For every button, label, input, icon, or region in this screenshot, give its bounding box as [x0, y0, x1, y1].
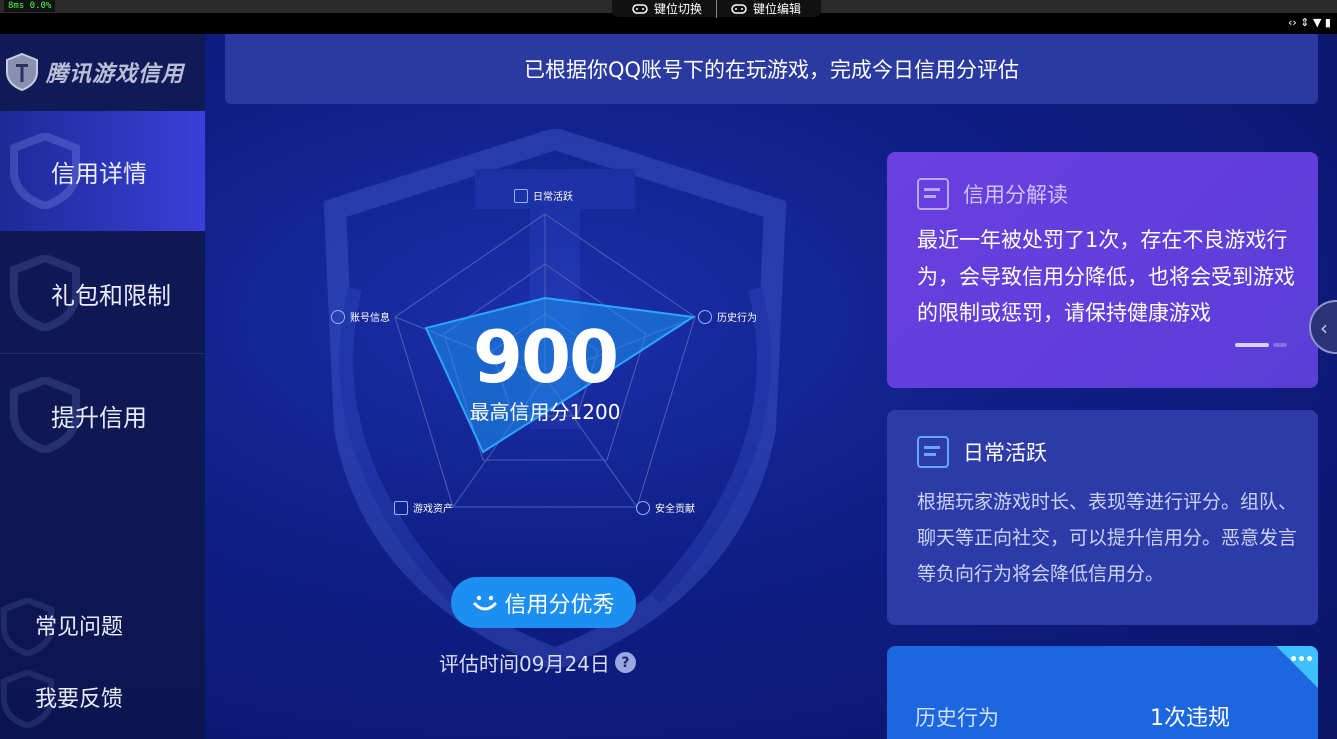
credit-score: 900	[472, 315, 619, 399]
gamepad-icon	[731, 3, 747, 14]
max-score-label: 最高信用分1200	[469, 400, 621, 424]
daily-activity-card: 日常活跃 根据玩家游戏时长、表现等进行评分。组队、聊天等正向社交，可以提升信用分…	[887, 410, 1318, 625]
main-content: 已根据你QQ账号下的在玩游戏，完成今日信用分评估 日常活跃 历史行为 安全贡献	[205, 34, 1337, 739]
radar-axis-label: 日常活跃	[533, 192, 573, 203]
system-top-bar: 8ms 0.0% 键位切换 键位编辑 ‹› ⇕ ▼ ▮	[0, 0, 1337, 34]
document-icon	[917, 178, 949, 210]
smile-icon	[473, 595, 497, 610]
pagination-indicator	[1235, 343, 1287, 347]
radar-axis-account: 账号信息	[331, 309, 390, 324]
sidebar-item-feedback[interactable]: 我要反馈	[0, 662, 205, 732]
chevron-left-icon: ‹	[1320, 316, 1328, 340]
radar-axis-label: 游戏资产	[413, 504, 453, 515]
shield-small-icon	[636, 500, 650, 515]
sidebar-item-label: 提升信用	[51, 403, 147, 432]
card-title: 信用分解读	[963, 183, 1068, 207]
help-icon[interactable]: ?	[614, 652, 636, 673]
card-body: 根据玩家游戏时长、表现等进行评分。组队、聊天等正向社交，可以提升信用分。恶意发言…	[917, 491, 1298, 585]
card-header: 信用分解读	[917, 178, 1068, 210]
evaluation-time: 评估时间09月24日 ?	[439, 648, 636, 677]
more-icon[interactable]: •••	[1289, 652, 1314, 668]
sidebar-divider	[0, 353, 205, 354]
credit-rating-button[interactable]: 信用分优秀	[451, 577, 636, 628]
sidebar: 腾讯游戏信用 信用详情 礼包和限制 提升信用 常见问题 我要反馈	[0, 34, 205, 739]
clock-icon	[698, 309, 712, 324]
radar-axis-history: 历史行为	[698, 309, 757, 324]
pagination-dot-active	[1235, 343, 1269, 347]
radar-axis-security: 安全贡献	[636, 500, 695, 515]
key-mapping-bar: 键位切换 键位编辑	[612, 0, 822, 18]
sidebar-item-improve-credit[interactable]: 提升信用	[0, 355, 205, 475]
radar-axis-daily: 日常活跃	[514, 188, 573, 203]
key-edit-label: 键位编辑	[753, 2, 802, 16]
logo: 腾讯游戏信用	[4, 52, 184, 92]
status-icons: ‹› ⇕ ▼ ▮	[1287, 16, 1331, 29]
history-value: 1次违规	[1150, 706, 1230, 731]
sidebar-item-label: 信用详情	[51, 159, 147, 188]
key-edit-button[interactable]: 键位编辑	[721, 0, 811, 17]
card-header: 日常活跃	[917, 436, 1047, 468]
sidebar-item-faq[interactable]: 常见问题	[0, 590, 205, 660]
radar-axis-label: 安全贡献	[655, 504, 695, 515]
credit-rating-label: 信用分优秀	[504, 592, 615, 618]
radar-axis-assets: 游戏资产	[394, 500, 453, 515]
sidebar-item-gifts-limits[interactable]: 礼包和限制	[0, 233, 205, 353]
key-switch-button[interactable]: 键位切换	[622, 0, 712, 17]
document-icon	[917, 436, 949, 468]
perf-readout: 8ms 0.0%	[4, 0, 56, 12]
gamepad-icon	[632, 3, 648, 14]
key-bar-divider	[716, 0, 718, 18]
card-body: 最近一年被处罚了1次，存在不良游戏行为，会导致信用分降低，也将会受到游戏的限制或…	[917, 228, 1295, 325]
radar-axis-label: 账号信息	[350, 313, 390, 324]
history-label: 历史行为	[915, 706, 999, 730]
user-icon	[331, 309, 345, 324]
key-switch-label: 键位切换	[654, 2, 703, 16]
sidebar-item-label: 常见问题	[35, 615, 124, 640]
sidebar-item-label: 礼包和限制	[51, 281, 171, 310]
shield-logo-icon	[6, 52, 38, 92]
document-icon	[514, 188, 528, 203]
radar-axis-label: 历史行为	[717, 313, 757, 324]
logo-text: 腾讯游戏信用	[46, 62, 185, 87]
history-behavior-card[interactable]: ••• 历史行为 1次违规	[887, 646, 1318, 739]
evaluation-banner: 已根据你QQ账号下的在玩游戏，完成今日信用分评估	[225, 34, 1318, 104]
pagination-dot	[1273, 343, 1287, 347]
wallet-icon	[394, 500, 408, 515]
credit-interpretation-card: 信用分解读 最近一年被处罚了1次，存在不良游戏行为，会导致信用分降低，也将会受到…	[887, 152, 1318, 388]
sidebar-item-label: 我要反馈	[35, 687, 124, 712]
card-title: 日常活跃	[963, 441, 1047, 465]
evaluation-time-text: 评估时间09月24日	[439, 652, 610, 676]
sidebar-item-credit-details[interactable]: 信用详情	[0, 111, 205, 231]
